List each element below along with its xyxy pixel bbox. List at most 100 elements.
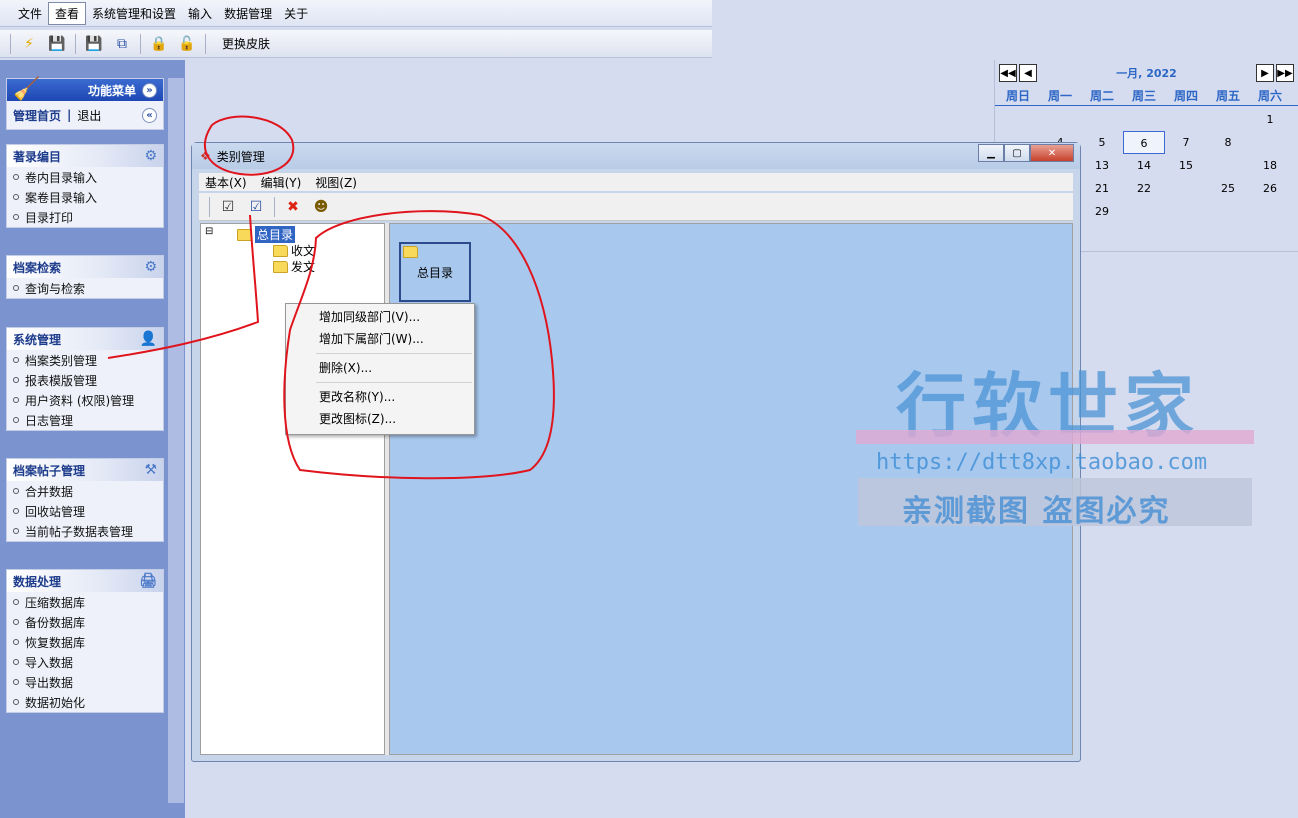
calendar-day[interactable]: 6 bbox=[1123, 131, 1165, 154]
lock-icon[interactable]: 🔒 bbox=[149, 34, 169, 54]
minimize-icon[interactable]: ▁ bbox=[978, 144, 1004, 162]
calendar-title: 一月, 2022 bbox=[1116, 67, 1177, 80]
menu-rename[interactable]: 更改名称(Y)... bbox=[286, 386, 474, 408]
maximize-icon[interactable]: ▢ bbox=[1004, 144, 1030, 162]
bullet-icon bbox=[13, 639, 19, 645]
bullet-icon bbox=[13, 357, 19, 363]
gear-icon: ⚙ bbox=[144, 148, 157, 164]
sidebar-item-import-data[interactable]: 导入数据 bbox=[7, 652, 163, 672]
calendar-day[interactable]: 18 bbox=[1249, 154, 1291, 177]
sidebar-item-label: 当前帖子数据表管理 bbox=[25, 524, 134, 539]
menu-file[interactable]: 文件 bbox=[12, 3, 48, 24]
close-icon[interactable]: ✕ bbox=[1030, 144, 1074, 162]
weekday-label: 周五 bbox=[1215, 89, 1240, 103]
sidebar-item-print-catalog[interactable]: 目录打印 bbox=[7, 207, 163, 227]
next-month-icon[interactable]: ▶ bbox=[1256, 64, 1274, 82]
sidebar-item-compress-db[interactable]: 压缩数据库 bbox=[7, 592, 163, 612]
tree-node-root[interactable]: 总目录 bbox=[237, 226, 296, 243]
calendar-day[interactable]: 7 bbox=[1165, 131, 1207, 154]
sidebar-item-label: 备份数据库 bbox=[25, 615, 86, 630]
user-icon[interactable]: ☻ bbox=[311, 197, 331, 217]
calendar-day[interactable]: 1 bbox=[1249, 108, 1291, 131]
calendar-day[interactable]: 22 bbox=[1123, 177, 1165, 200]
unlock-icon[interactable]: 🔓 bbox=[177, 34, 197, 54]
panel-title: 系统管理 bbox=[13, 332, 62, 347]
sidebar-item-backup-db[interactable]: 备份数据库 bbox=[7, 612, 163, 632]
lightning-icon[interactable]: ⚡ bbox=[19, 34, 39, 54]
calendar-day[interactable]: 14 bbox=[1123, 154, 1165, 177]
category-item[interactable]: 总目录 bbox=[399, 242, 471, 302]
menu-about[interactable]: 关于 bbox=[278, 3, 314, 24]
sidebar-item-report-template[interactable]: 报表模版管理 bbox=[7, 370, 163, 390]
sidebar-item-label: 恢复数据库 bbox=[25, 635, 86, 650]
panel-cataloging: 著录编目 ⚙ 卷内目录输入 案卷目录输入 目录打印 bbox=[6, 144, 164, 228]
sidebar-item-log-management[interactable]: 日志管理 bbox=[7, 410, 163, 430]
menu-input[interactable]: 输入 bbox=[182, 3, 218, 24]
calendar-day[interactable]: 8 bbox=[1207, 131, 1249, 154]
toolbar-separator bbox=[274, 196, 275, 217]
copy-icon[interactable]: ⧉ bbox=[112, 34, 132, 54]
sidebar-item-label: 导入数据 bbox=[25, 655, 74, 670]
menu-data-management[interactable]: 数据管理 bbox=[218, 3, 278, 24]
sidebar-item-label: 压缩数据库 bbox=[25, 595, 86, 610]
calendar-day[interactable]: 29 bbox=[1081, 200, 1123, 223]
calendar-day[interactable]: 26 bbox=[1249, 177, 1291, 200]
calendar-day[interactable]: 13 bbox=[1081, 154, 1123, 177]
next-year-icon[interactable]: ▶▶ bbox=[1276, 64, 1294, 82]
prev-year-icon[interactable]: ◀◀ bbox=[999, 64, 1017, 82]
sidebar-item-query[interactable]: 查询与检索 bbox=[7, 278, 163, 298]
sidebar-item-current-table[interactable]: 当前帖子数据表管理 bbox=[7, 521, 163, 541]
tree-node-incoming[interactable]: 收文 bbox=[273, 242, 315, 259]
menu-edit[interactable]: 编辑(Y) bbox=[261, 174, 302, 191]
calendar-day[interactable]: 15 bbox=[1165, 154, 1207, 177]
sidebar-item-user-permissions[interactable]: 用户资料 (权限)管理 bbox=[7, 390, 163, 410]
menu-add-sibling-dept[interactable]: 增加同级部门(V)... bbox=[286, 306, 474, 328]
sidebar-item-recycle-bin[interactable]: 回收站管理 bbox=[7, 501, 163, 521]
menu-basic[interactable]: 基本(X) bbox=[205, 174, 247, 191]
window-title: 类别管理 bbox=[216, 149, 265, 164]
tree-collapse-icon[interactable]: ⊟ bbox=[205, 226, 213, 237]
weekday-label: 周三 bbox=[1131, 89, 1156, 103]
sidebar-item-category-management[interactable]: 档案类别管理 bbox=[7, 350, 163, 370]
delete-icon[interactable]: ✖ bbox=[283, 197, 303, 217]
sidebar-item-file-input[interactable]: 案卷目录输入 bbox=[7, 187, 163, 207]
calendar-day[interactable]: 21 bbox=[1081, 177, 1123, 200]
watermark-url: https://dtt8xp.taobao.com bbox=[876, 450, 1208, 475]
menu-window-view[interactable]: 视图(Z) bbox=[315, 174, 357, 191]
window-titlebar[interactable]: ❖ 类别管理 ▁ ▢ ✕ bbox=[192, 143, 1080, 169]
prev-month-icon[interactable]: ◀ bbox=[1019, 64, 1037, 82]
save-icon[interactable]: 💾 bbox=[47, 34, 67, 54]
sidebar-scrollbar[interactable] bbox=[168, 78, 184, 803]
sidebar-item-volume-input[interactable]: 卷内目录输入 bbox=[7, 167, 163, 187]
collapse-icon[interactable]: » bbox=[142, 82, 157, 98]
menu-change-icon[interactable]: 更改图标(Z)... bbox=[286, 408, 474, 430]
menu-delete[interactable]: 删除(X)... bbox=[286, 357, 474, 379]
sidebar-item-init-data[interactable]: 数据初始化 bbox=[7, 692, 163, 712]
weekday-label: 周一 bbox=[1047, 89, 1072, 103]
menu-system-settings[interactable]: 系统管理和设置 bbox=[86, 3, 182, 24]
double-chevron-left-icon[interactable]: « bbox=[142, 107, 157, 123]
save-as-icon[interactable]: 💾 bbox=[84, 34, 104, 54]
sidebar-item-label: 报表模版管理 bbox=[25, 373, 98, 388]
change-skin-button[interactable]: 更换皮肤 bbox=[222, 35, 270, 52]
bullet-icon bbox=[13, 659, 19, 665]
menu-add-child-dept[interactable]: 增加下属部门(W)... bbox=[286, 328, 474, 350]
home-link[interactable]: 管理首页 bbox=[13, 107, 61, 124]
logout-link[interactable]: 退出 bbox=[77, 107, 101, 124]
menu-view[interactable]: 查看 bbox=[48, 1, 87, 25]
edit-check-icon[interactable]: ☑ bbox=[218, 197, 238, 217]
sidebar-item-merge-data[interactable]: 合并数据 bbox=[7, 481, 163, 501]
calendar-day[interactable]: 25 bbox=[1207, 177, 1249, 200]
toolbar-separator bbox=[209, 196, 210, 217]
save-check-icon[interactable]: ☑ bbox=[246, 197, 266, 217]
toolbar-separator bbox=[75, 33, 76, 54]
tree-node-outgoing[interactable]: 发文 bbox=[273, 258, 315, 275]
window-menubar: 基本(X) 编辑(Y) 视图(Z) bbox=[199, 173, 1073, 191]
bullet-icon bbox=[13, 214, 19, 220]
sidebar-item-restore-db[interactable]: 恢复数据库 bbox=[7, 632, 163, 652]
panel-title: 数据处理 bbox=[13, 574, 62, 589]
sidebar-item-export-data[interactable]: 导出数据 bbox=[7, 672, 163, 692]
watermark: 行软世家 https://dtt8xp.taobao.com 亲测截图 盗图必究 bbox=[856, 350, 1256, 530]
calendar-day[interactable]: 5 bbox=[1081, 131, 1123, 154]
bullet-icon bbox=[13, 377, 19, 383]
